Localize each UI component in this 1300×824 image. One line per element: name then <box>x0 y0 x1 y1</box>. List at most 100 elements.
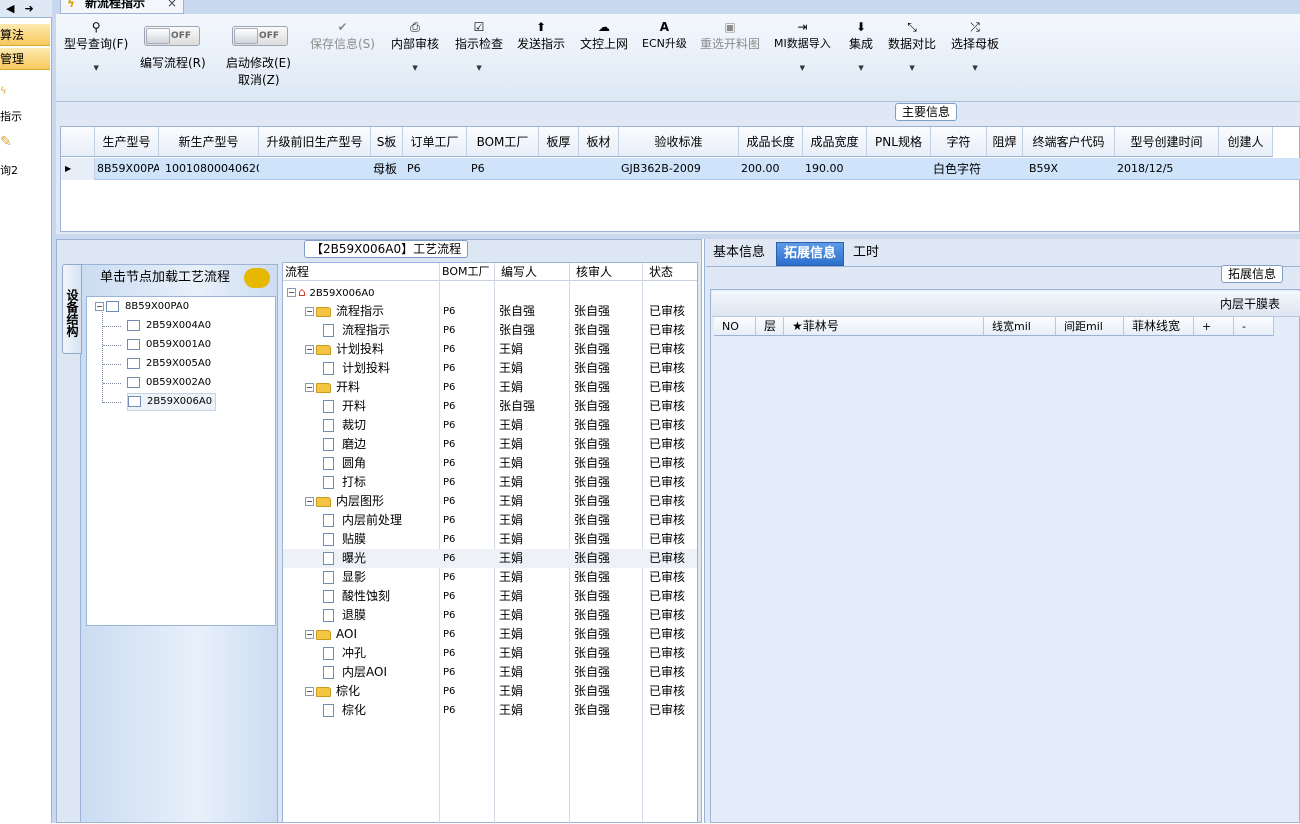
col-header[interactable]: 型号创建时间 <box>1115 127 1219 157</box>
col-header[interactable]: 生产型号 <box>95 127 159 157</box>
cell[interactable] <box>259 158 371 180</box>
process-step-row[interactable]: 裁切 P6 王娟 张自强 已审核 <box>283 416 697 435</box>
instruction-check-button[interactable]: ☑ 指示检查 ▼ <box>455 20 503 78</box>
col-header[interactable]: 板厚 <box>539 127 579 157</box>
mi-import-button[interactable]: ⇥ MI数据导入 ▼ <box>774 20 831 78</box>
integrate-button[interactable]: ⬇ 集成 ▼ <box>849 20 873 78</box>
chevron-down-icon[interactable]: ▼ <box>64 58 128 78</box>
process-step-row[interactable]: 内层AOI P6 王娟 张自强 已审核 <box>283 663 697 682</box>
process-step-row[interactable]: 打标 P6 王娟 张自强 已审核 <box>283 473 697 492</box>
tree-node-root[interactable]: −8B59X00PA0 <box>95 299 189 315</box>
col-header[interactable]: 字符 <box>931 127 987 157</box>
nav-text-instruction[interactable]: 指示 <box>0 108 22 124</box>
start-edit-toggle[interactable]: OFF <box>232 26 288 46</box>
cell[interactable] <box>1219 158 1273 180</box>
col-header[interactable]: 层 <box>756 317 784 336</box>
col-header-writer[interactable]: 编写人 <box>495 263 569 281</box>
write-process-toggle[interactable]: OFF <box>144 26 200 46</box>
cell[interactable]: 200.00 <box>739 158 803 180</box>
chevron-down-icon[interactable]: ▼ <box>951 58 999 78</box>
cell[interactable] <box>987 158 1023 180</box>
col-header[interactable]: 成品宽度 <box>803 127 867 157</box>
collapse-icon[interactable]: − <box>305 687 314 696</box>
process-step-row[interactable]: 冲孔 P6 王娟 张自强 已审核 <box>283 644 697 663</box>
collapse-icon[interactable]: − <box>95 301 104 311</box>
tab-work-hours[interactable]: 工时 <box>846 242 886 266</box>
tree-node[interactable]: 2B59X004A0 <box>127 318 211 334</box>
col-header[interactable]: 成品长度 <box>739 127 803 157</box>
cell[interactable]: 190.00 <box>803 158 867 180</box>
process-group-row[interactable]: − 棕化 P6 王娟 张自强 已审核 <box>283 682 697 701</box>
grid-corner[interactable] <box>61 127 95 157</box>
close-icon[interactable]: × <box>167 0 177 12</box>
col-header[interactable]: S板 <box>371 127 403 157</box>
chevron-down-icon[interactable]: ▼ <box>849 58 873 78</box>
col-header[interactable]: NO <box>714 317 756 336</box>
process-step-row[interactable]: 酸性蚀刻 P6 王娟 张自强 已审核 <box>283 587 697 606</box>
chevron-down-icon[interactable]: ▼ <box>774 58 831 78</box>
tree-node[interactable]: 2B59X005A0 <box>127 356 211 372</box>
process-group-row[interactable]: − 计划投料 P6 王娟 张自强 已审核 <box>283 340 697 359</box>
tab-basic-info[interactable]: 基本信息 <box>706 242 772 266</box>
cell[interactable] <box>579 158 619 180</box>
tab-device-structure[interactable]: 设备结构 <box>62 264 82 354</box>
doc-online-button[interactable]: ☁ 文控上网 <box>580 20 628 54</box>
data-compare-button[interactable]: ⤡ 数据对比 ▼ <box>888 20 936 78</box>
col-header[interactable]: 验收标准 <box>619 127 739 157</box>
collapse-icon[interactable]: − <box>305 630 314 639</box>
process-step-row[interactable]: 内层前处理 P6 王娟 张自强 已审核 <box>283 511 697 530</box>
cell[interactable]: B59X <box>1027 158 1115 180</box>
process-step-row[interactable]: 棕化 P6 王娟 张自强 已审核 <box>283 701 697 720</box>
process-group-row[interactable]: − 开料 P6 王娟 张自强 已审核 <box>283 378 697 397</box>
model-query-button[interactable]: ⚲ 型号查询(F) ▼ <box>64 20 128 78</box>
row-indicator-icon[interactable]: ▶ <box>61 158 95 180</box>
collapse-icon[interactable]: − <box>305 497 314 506</box>
col-header[interactable]: 创建人 <box>1219 127 1273 157</box>
tree-root-row[interactable]: − ⌂ 2B59X006A0 <box>283 283 697 302</box>
cell[interactable]: P6 <box>469 158 539 180</box>
save-info-button[interactable]: ✔ 保存信息(S) <box>310 20 375 54</box>
chevron-down-icon[interactable]: ▼ <box>455 58 503 78</box>
process-step-row[interactable]: 开料 P6 张自强 张自强 已审核 <box>283 397 697 416</box>
chevron-down-icon[interactable]: ▼ <box>391 58 439 78</box>
select-mother-board-button[interactable]: ⤮ 选择母板 ▼ <box>951 20 999 78</box>
cell[interactable]: 白色字符 <box>931 158 987 180</box>
process-step-row[interactable]: 圆角 P6 王娟 张自强 已审核 <box>283 454 697 473</box>
cell[interactable] <box>867 158 931 180</box>
process-group-row[interactable]: − 流程指示 P6 张自强 张自强 已审核 <box>283 302 697 321</box>
cell[interactable] <box>539 158 579 180</box>
internal-review-button[interactable]: ⎙ 内部审核 ▼ <box>391 20 439 78</box>
reselect-cutting-button[interactable]: ▣ 重选开料图 <box>700 20 760 54</box>
col-header-process[interactable]: 流程 <box>283 263 439 281</box>
process-step-row[interactable]: 贴膜 P6 王娟 张自强 已审核 <box>283 530 697 549</box>
collapse-icon[interactable]: − <box>305 345 314 354</box>
cell[interactable]: 母板 <box>371 158 403 180</box>
process-step-row[interactable]: 流程指示 P6 张自强 张自强 已审核 <box>283 321 697 340</box>
process-step-row[interactable]: 计划投料 P6 王娟 张自强 已审核 <box>283 359 697 378</box>
tree-node-selected[interactable]: 2B59X006A0 <box>127 393 217 411</box>
col-header[interactable]: 订单工厂 <box>403 127 467 157</box>
col-header[interactable]: 板材 <box>579 127 619 157</box>
process-group-row[interactable]: − 内层图形 P6 王娟 张自强 已审核 <box>283 492 697 511</box>
col-header[interactable]: 菲林线宽 <box>1124 317 1194 336</box>
nav-item-management[interactable]: 管理 <box>0 48 50 70</box>
col-header[interactable]: 新生产型号 <box>159 127 259 157</box>
remove-column-button[interactable]: - <box>1234 317 1274 336</box>
col-header[interactable]: BOM工厂 <box>467 127 539 157</box>
nav-item-algorithm[interactable]: 算法 <box>0 24 50 46</box>
col-header[interactable]: 终端客户代码 <box>1023 127 1115 157</box>
collapse-icon[interactable]: − <box>287 288 296 297</box>
add-column-button[interactable]: + <box>1194 317 1234 336</box>
col-header[interactable]: 线宽mil <box>984 317 1056 336</box>
col-header-status[interactable]: 状态 <box>643 263 697 281</box>
col-header[interactable]: 阻焊 <box>987 127 1023 157</box>
col-header[interactable]: 间距mil <box>1056 317 1124 336</box>
cell[interactable]: P6 <box>405 158 467 180</box>
process-step-row[interactable]: 磨边 P6 王娟 张自强 已审核 <box>283 435 697 454</box>
tab-new-process[interactable]: ϟ 新流程指示 × <box>60 0 184 14</box>
chevron-down-icon[interactable]: ▼ <box>888 58 936 78</box>
cell[interactable]: GJB362B-2009 <box>619 158 739 180</box>
send-instruction-button[interactable]: ⬆ 发送指示 <box>517 20 565 54</box>
tree-node[interactable]: 0B59X002A0 <box>127 375 211 391</box>
process-step-row[interactable]: 曝光 P6 王娟 张自强 已审核 <box>283 549 697 568</box>
